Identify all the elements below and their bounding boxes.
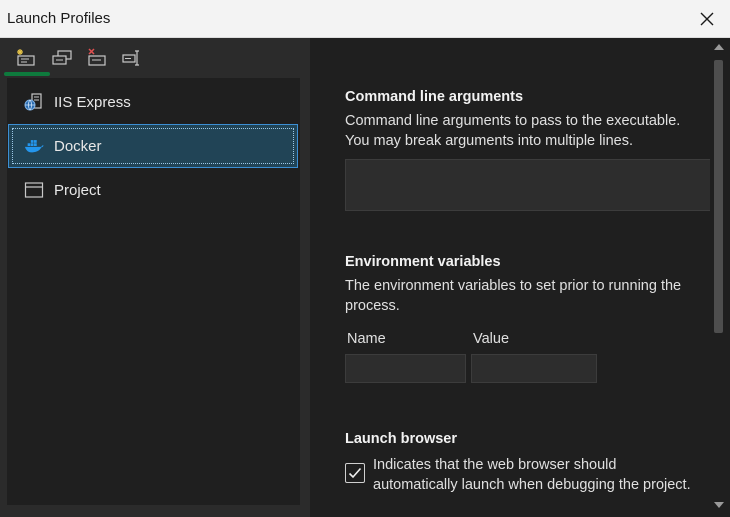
scroll-up-arrow-icon[interactable]	[714, 43, 724, 51]
env-value-input[interactable]	[471, 354, 597, 383]
profile-settings-pane: Command line arguments Command line argu…	[310, 38, 710, 517]
command-line-arguments-input[interactable]	[345, 159, 710, 211]
profile-item-iis-express[interactable]: IIS Express	[9, 81, 297, 123]
rename-profile-icon	[122, 50, 139, 66]
title-bar: Launch Profiles	[0, 0, 730, 38]
close-icon	[700, 12, 714, 26]
profile-item-docker[interactable]: Docker	[8, 124, 298, 168]
delete-profile-icon	[88, 48, 106, 66]
docker-whale-icon	[24, 136, 44, 156]
rename-profile-button[interactable]	[120, 46, 144, 70]
environment-variables-description-1: The environment variables to set prior t…	[345, 278, 682, 294]
profile-label: IIS Express	[54, 93, 131, 111]
command-line-description-2: You may break arguments into multiple li…	[345, 133, 634, 149]
window-title: Launch Profiles	[7, 10, 111, 27]
launch-browser-checkbox[interactable]	[345, 463, 365, 483]
command-line-description-1: Command line arguments to pass to the ex…	[345, 113, 681, 129]
command-line-title: Command line arguments	[345, 89, 524, 105]
environment-variables-title: Environment variables	[345, 254, 501, 270]
launch-browser-title: Launch browser	[345, 431, 457, 447]
env-value-column-label: Value	[473, 331, 510, 347]
new-profile-icon	[17, 49, 35, 66]
profiles-pane: IIS Express Docker Project	[0, 38, 310, 517]
profiles-list: IIS Express Docker Project	[7, 78, 300, 505]
delete-profile-button[interactable]	[85, 46, 109, 70]
scroll-down-arrow-icon[interactable]	[714, 501, 724, 509]
toolbar-focus-indicator	[4, 72, 50, 76]
copy-profile-icon	[52, 50, 72, 65]
profile-label: Project	[54, 181, 101, 199]
new-profile-button[interactable]	[14, 46, 38, 70]
launch-browser-description-1: Indicates that the web browser should	[373, 457, 617, 473]
env-name-input[interactable]	[345, 354, 466, 383]
profiles-toolbar	[0, 38, 310, 78]
window-icon	[24, 180, 44, 200]
env-name-column-label: Name	[347, 331, 386, 347]
environment-variables-description-2: process.	[345, 298, 400, 314]
close-button[interactable]	[684, 0, 730, 38]
scrollbar-thumb[interactable]	[714, 60, 723, 333]
profile-item-project[interactable]: Project	[9, 169, 297, 211]
launch-browser-description-2: automatically launch when debugging the …	[373, 477, 691, 493]
copy-profile-button[interactable]	[50, 46, 74, 70]
checkmark-icon	[348, 467, 362, 479]
profile-label: Docker	[54, 137, 102, 155]
globe-server-icon	[24, 92, 44, 112]
vertical-scrollbar[interactable]	[710, 38, 730, 517]
